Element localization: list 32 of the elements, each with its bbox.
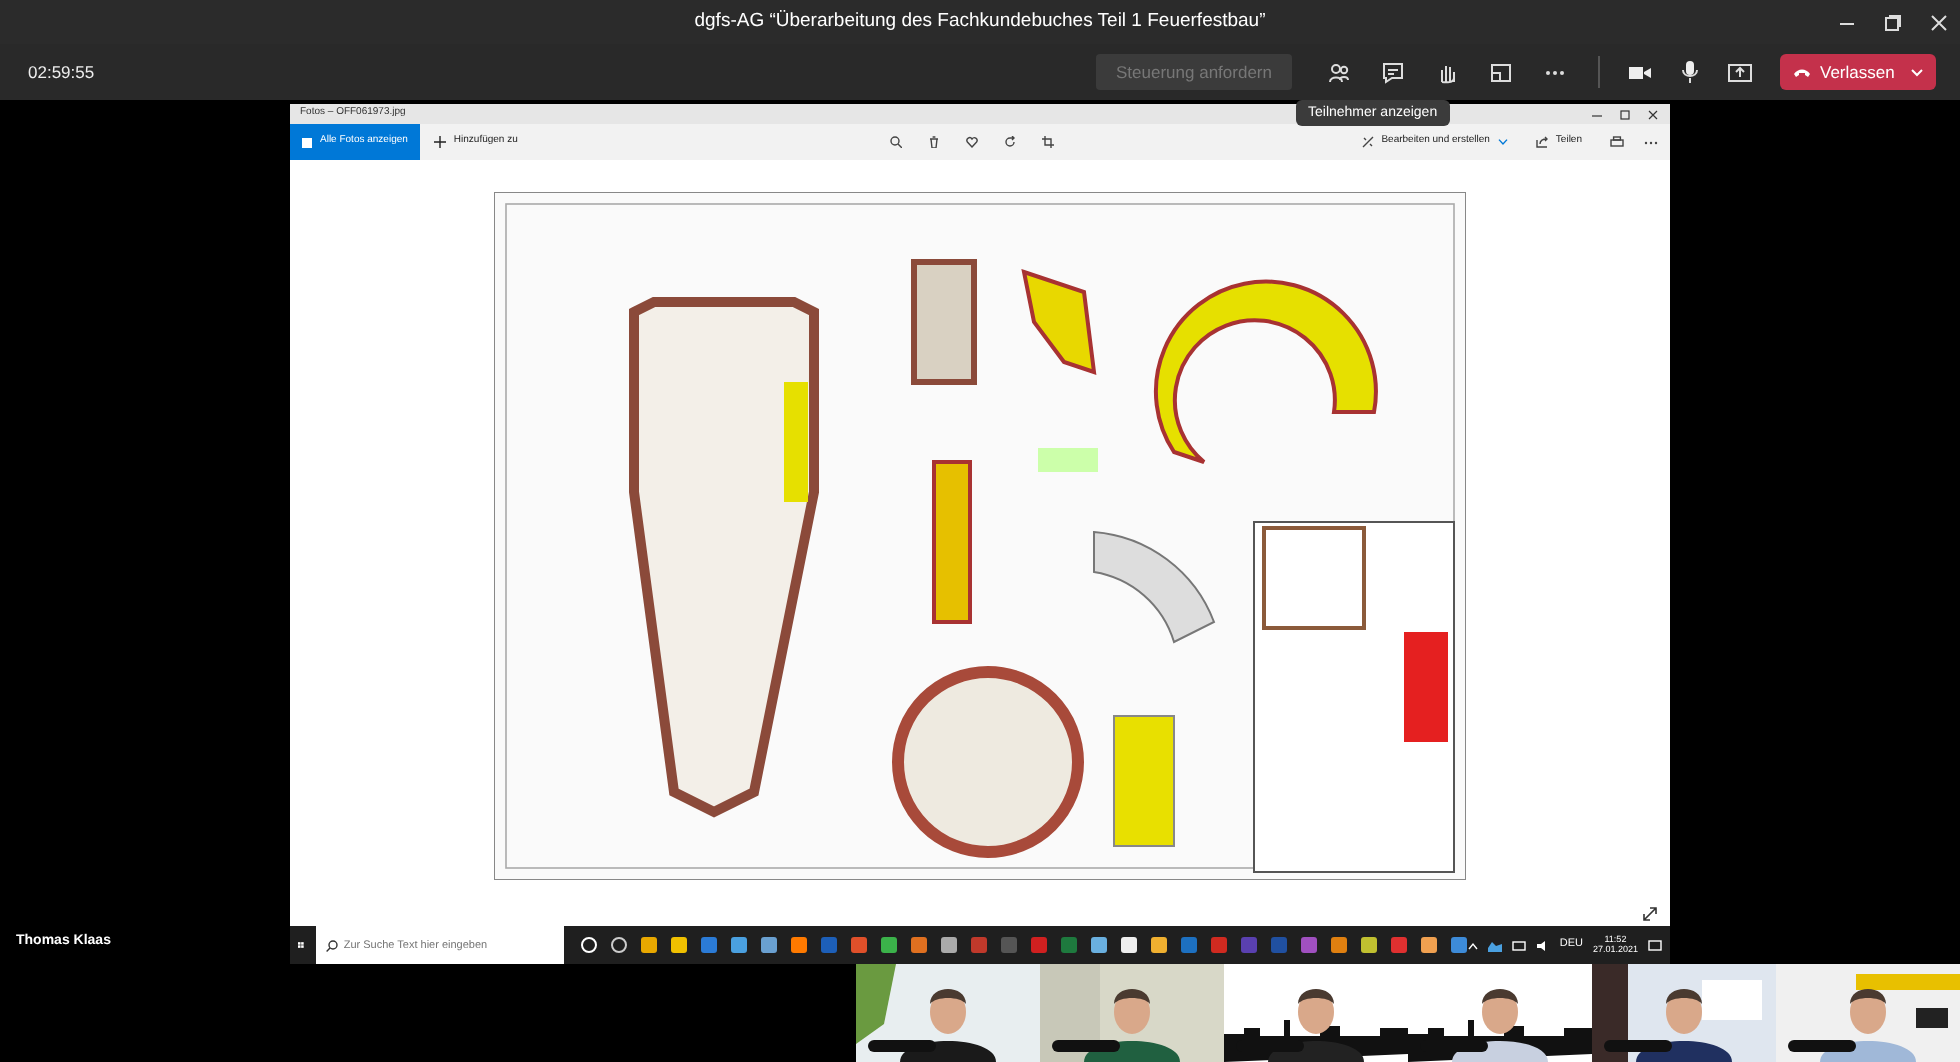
expand-icon[interactable] [1642, 906, 1658, 922]
heart-icon[interactable] [965, 136, 978, 148]
window-title: dgfs-AG “Überarbeitung des Fachkundebuches Teil 1 Feuerfestbau” [694, 10, 1266, 32]
call-timer: 02:59:55 [28, 59, 95, 85]
caret-icon[interactable] [1467, 941, 1478, 949]
hand-icon[interactable] [1436, 61, 1458, 83]
leave-button[interactable]: Verlassen [1780, 53, 1936, 91]
zoom-icon[interactable] [889, 136, 902, 148]
people-icon[interactable] [1328, 61, 1350, 83]
crop-icon[interactable] [1041, 136, 1054, 148]
edit-icon [1361, 136, 1374, 148]
rooms-icon[interactable] [1490, 61, 1512, 83]
notifications-icon[interactable] [1648, 939, 1662, 951]
share-screen-icon[interactable] [1728, 61, 1752, 83]
trash-icon[interactable] [927, 136, 940, 148]
speaker-icon[interactable] [1535, 939, 1550, 951]
restore-icon[interactable] [1884, 13, 1902, 31]
more-icon[interactable] [1644, 139, 1658, 145]
plus-icon [433, 136, 446, 148]
rotate-icon[interactable] [1003, 136, 1016, 148]
chat-icon[interactable] [1382, 61, 1404, 83]
share-icon [1535, 136, 1548, 148]
camera-icon[interactable] [1628, 61, 1652, 83]
print-icon[interactable] [1610, 136, 1624, 148]
microphone-icon[interactable] [1680, 60, 1700, 84]
close-icon[interactable] [1648, 109, 1658, 119]
search-icon [325, 939, 338, 951]
hang-up-icon [1792, 66, 1812, 78]
caret-icon [1910, 67, 1924, 77]
caret-icon [1497, 138, 1508, 146]
maximize-icon[interactable] [1620, 109, 1630, 119]
photos-icon [302, 137, 312, 147]
